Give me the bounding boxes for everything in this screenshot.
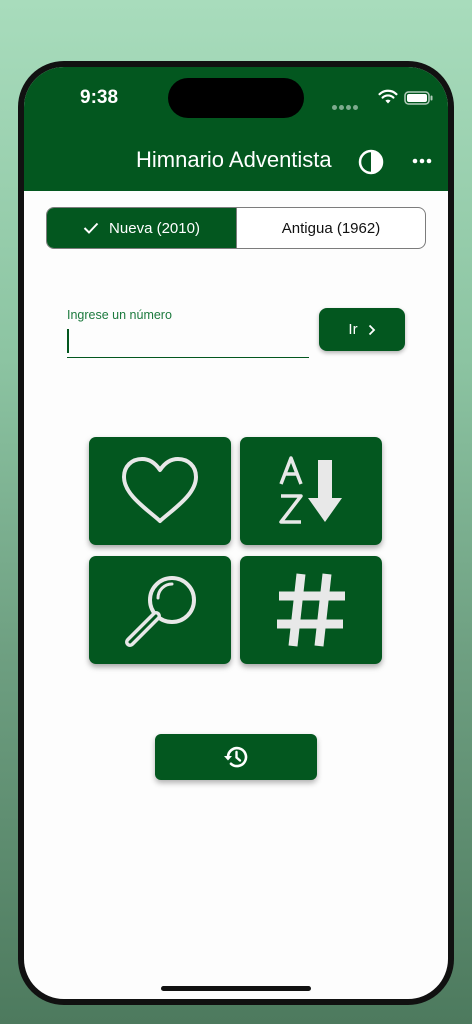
number-input-label: Ingrese un número [67,308,172,322]
theme-toggle-icon[interactable] [358,149,384,175]
app-title: Himnario Adventista [136,147,332,172]
app-bar: 9:38 Himnario Adventista [24,67,448,191]
segment-antigua[interactable]: Antigua (1962) [237,208,425,248]
history-button[interactable] [155,734,317,780]
hash-icon [277,573,345,647]
text-cursor [67,329,69,353]
search-icon [125,576,196,647]
version-segmented-control: Nueva (2010) Antigua (1962) [46,207,426,249]
go-button-label: Ir [348,321,358,338]
segment-antigua-label: Antigua (1962) [281,219,381,237]
go-button[interactable]: Ir [319,308,405,351]
history-icon [224,746,248,768]
signal-icon [332,97,360,115]
battery-icon [404,91,433,105]
status-time: 9:38 [80,87,119,108]
screen: 9:38 Himnario Adventista Nueva (2010) An… [24,67,448,999]
hymn-number-input[interactable] [67,325,309,358]
status-icons [318,89,448,110]
search-tile[interactable] [89,556,231,664]
favorites-tile[interactable] [89,437,231,545]
number-index-tile[interactable] [240,556,382,664]
home-indicator [161,986,311,991]
check-icon [83,222,99,234]
alphabetical-tile[interactable] [240,437,382,545]
sort-az-icon [279,456,342,524]
segment-nueva-label: Nueva (2010) [109,219,200,237]
chevron-right-icon [368,324,375,335]
more-icon[interactable] [412,157,432,165]
dynamic-island [168,78,304,118]
heart-icon [122,457,198,523]
wifi-icon [378,89,398,104]
segment-nueva[interactable]: Nueva (2010) [47,208,237,248]
